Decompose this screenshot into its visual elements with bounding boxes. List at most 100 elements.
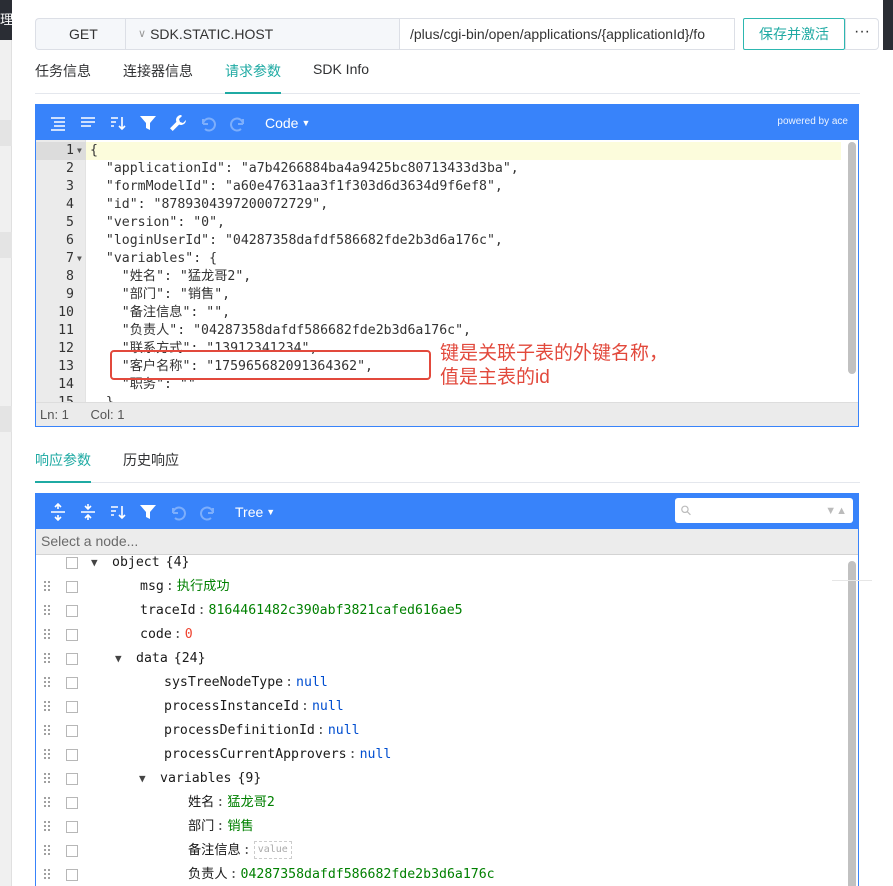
redo-button[interactable] — [225, 110, 251, 136]
node-select-checkbox[interactable] — [66, 701, 78, 713]
tab-history-response[interactable]: 历史响应 — [123, 450, 179, 482]
code-line[interactable]: 1 ▼{ — [36, 142, 841, 160]
tree-scrollbar[interactable] — [848, 561, 856, 886]
drag-handle-icon[interactable] — [44, 677, 52, 689]
node-select-checkbox[interactable] — [66, 581, 78, 593]
node-value[interactable]: 执行成功 — [177, 579, 230, 594]
tree-filter-button[interactable] — [135, 499, 161, 525]
collapse-all-button[interactable] — [75, 499, 101, 525]
node-key-text[interactable]: data — [136, 651, 168, 666]
code-line[interactable]: 9 "部门": "销售", — [36, 286, 841, 304]
sort-button[interactable] — [105, 110, 131, 136]
tree-node-row[interactable]: 姓名: 猛龙哥2 — [36, 791, 836, 815]
node-select-checkbox[interactable] — [66, 821, 78, 833]
save-and-activate-button[interactable]: 保存并激活 — [743, 18, 845, 50]
node-select-checkbox[interactable] — [66, 749, 78, 761]
tree-node-row[interactable]: ▼ object {4} — [36, 555, 836, 575]
drag-handle-icon[interactable] — [44, 749, 52, 761]
node-value[interactable]: 8164461482c390abf3821cafed616ae5 — [209, 603, 463, 618]
fold-toggle-icon[interactable]: ▼ — [77, 142, 82, 160]
node-key-text[interactable]: msg — [140, 579, 164, 594]
filter-button[interactable] — [135, 110, 161, 136]
node-key-text[interactable]: sysTreeNodeType — [164, 675, 283, 690]
search-nav-arrows-icon[interactable]: ▼▲ — [825, 505, 853, 517]
tree-sort-button[interactable] — [105, 499, 131, 525]
tree-undo-button[interactable] — [165, 499, 191, 525]
node-key-text[interactable]: object — [112, 555, 160, 570]
node-select-checkbox[interactable] — [66, 557, 78, 569]
code-line[interactable]: 15 } — [36, 394, 841, 402]
node-key-text[interactable]: processDefinitionId — [164, 723, 315, 738]
code-line[interactable]: 11 "负责人": "04287358dafdf586682fde2b3d6a1… — [36, 322, 841, 340]
compact-button[interactable] — [75, 110, 101, 136]
node-value[interactable]: 04287358dafdf586682fde2b3d6a176c — [241, 867, 495, 882]
tree-node-row[interactable]: 部门: 销售 — [36, 815, 836, 839]
tree-node-row[interactable]: code:0 — [36, 623, 836, 647]
node-value[interactable]: null — [360, 747, 392, 762]
node-select-checkbox[interactable] — [66, 677, 78, 689]
tab-task-info[interactable]: 任务信息 — [35, 61, 91, 93]
fold-toggle-icon[interactable]: ▼ — [77, 250, 82, 268]
node-value[interactable]: null — [312, 699, 344, 714]
undo-button[interactable] — [195, 110, 221, 136]
tree-node-row[interactable]: ▼ data {24} — [36, 647, 836, 671]
format-button[interactable] — [45, 110, 71, 136]
empty-value-field[interactable]: value — [253, 841, 292, 859]
expand-toggle-icon[interactable]: ▼ — [139, 767, 146, 791]
mode-dropdown[interactable]: Code ▼ — [265, 115, 310, 131]
code-line[interactable]: 2 "applicationId": "a7b4266884ba4a9425bc… — [36, 160, 841, 178]
repair-button[interactable] — [165, 110, 191, 136]
node-key-text[interactable]: 姓名 — [188, 795, 214, 810]
tree-navigation-bar[interactable]: Select a node... — [36, 529, 858, 555]
node-select-checkbox[interactable] — [66, 653, 78, 665]
node-key-text[interactable]: 负责人 — [188, 867, 228, 882]
powered-by-ace-link[interactable]: powered by ace — [777, 116, 848, 127]
code-line[interactable]: 6 "loginUserId": "04287358dafdf586682fde… — [36, 232, 841, 250]
tree-node-row[interactable]: ▼ variables {9} — [36, 767, 836, 791]
node-key-text[interactable]: traceId — [140, 603, 196, 618]
drag-handle-icon[interactable] — [44, 869, 52, 881]
node-value[interactable]: null — [328, 723, 360, 738]
tree-node-row[interactable]: 备注信息: value — [36, 839, 836, 863]
node-key-text[interactable]: processCurrentApprovers — [164, 747, 347, 762]
node-select-checkbox[interactable] — [66, 629, 78, 641]
code-line[interactable]: 5 "version": "0", — [36, 214, 841, 232]
drag-handle-icon[interactable] — [44, 653, 52, 665]
tree-redo-button[interactable] — [195, 499, 221, 525]
node-value[interactable]: 猛龙哥2 — [227, 795, 275, 810]
drag-handle-icon[interactable] — [44, 821, 52, 833]
tree-node-row[interactable]: traceId:8164461482c390abf3821cafed616ae5 — [36, 599, 836, 623]
expand-toggle-icon[interactable]: ▼ — [91, 555, 98, 575]
drag-handle-icon[interactable] — [44, 629, 52, 641]
node-select-checkbox[interactable] — [66, 725, 78, 737]
tab-sdk-info[interactable]: SDK Info — [313, 61, 369, 93]
drag-handle-icon[interactable] — [44, 797, 52, 809]
node-key-text[interactable]: code — [140, 627, 172, 642]
tab-request-params[interactable]: 请求参数 — [225, 61, 281, 94]
node-value[interactable]: 0 — [185, 627, 193, 642]
node-key-text[interactable]: 备注信息 — [188, 843, 241, 858]
code-line[interactable]: 4 "id": "8789304397200072729", — [36, 196, 841, 214]
method-select[interactable]: GET — [35, 18, 125, 50]
code-scrollbar[interactable] — [848, 142, 856, 374]
path-input[interactable]: /plus/cgi-bin/open/applications/{applica… — [399, 18, 735, 50]
code-line[interactable]: 10 "备注信息": "", — [36, 304, 841, 322]
more-options-button[interactable]: ··· — [845, 18, 879, 50]
tree-node-row[interactable]: 负责人:04287358dafdf586682fde2b3d6a176c — [36, 863, 836, 886]
node-select-checkbox[interactable] — [66, 605, 78, 617]
drag-handle-icon[interactable] — [44, 605, 52, 617]
tree-search-input[interactable] — [695, 503, 826, 518]
code-line[interactable]: 7 ▼ "variables": { — [36, 250, 841, 268]
node-select-checkbox[interactable] — [66, 773, 78, 785]
drag-handle-icon[interactable] — [44, 773, 52, 785]
host-select[interactable]: ∨ SDK.STATIC.HOST — [125, 18, 399, 50]
node-key-text[interactable]: processInstanceId — [164, 699, 299, 714]
node-key-text[interactable]: 部门 — [188, 819, 214, 834]
node-value[interactable]: null — [296, 675, 328, 690]
drag-handle-icon[interactable] — [44, 845, 52, 857]
node-select-checkbox[interactable] — [66, 869, 78, 881]
tree-mode-dropdown[interactable]: Tree ▼ — [235, 504, 275, 520]
node-select-checkbox[interactable] — [66, 797, 78, 809]
tree-node-row[interactable]: sysTreeNodeType: null — [36, 671, 836, 695]
tab-connector-info[interactable]: 连接器信息 — [123, 61, 193, 93]
